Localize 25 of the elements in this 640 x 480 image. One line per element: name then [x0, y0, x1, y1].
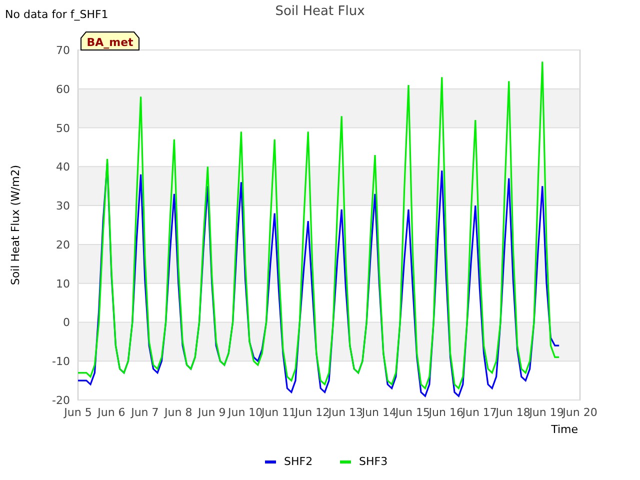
- legend-swatch: [265, 460, 276, 464]
- y-tick-label: 30: [56, 200, 70, 213]
- x-tick-label: Jun 6: [98, 406, 126, 419]
- site-tag: BA_met: [80, 32, 140, 50]
- y-tick-label: -10: [52, 355, 70, 368]
- y-tick-label: -20: [52, 394, 70, 407]
- no-data-note: No data for f_SHF1: [5, 8, 108, 21]
- y-tick-label: 10: [56, 277, 70, 290]
- legend-swatch: [340, 460, 351, 464]
- x-axis-label: Time: [551, 423, 578, 436]
- x-tick-label: Jun 5: [64, 406, 92, 419]
- chart-title: Soil Heat Flux: [275, 4, 365, 19]
- x-tick-label: Jun 20: [562, 406, 598, 419]
- y-axis-label: Soil Heat Flux (W/m2): [9, 164, 22, 286]
- legend-label: SHF3: [359, 455, 388, 468]
- legend-label: SHF2: [284, 455, 313, 468]
- y-tick-label: 0: [63, 316, 70, 330]
- y-tick-label: 50: [56, 122, 70, 135]
- x-tick-label: Jun 7: [131, 406, 159, 419]
- x-tick-label: Jun 8: [164, 406, 192, 419]
- y-tick-label: 70: [56, 44, 70, 57]
- y-tick-label: 40: [56, 160, 70, 174]
- y-tick-label: 60: [56, 82, 70, 96]
- x-tick-label: Jun 9: [198, 406, 226, 419]
- y-tick-label: 20: [56, 238, 70, 252]
